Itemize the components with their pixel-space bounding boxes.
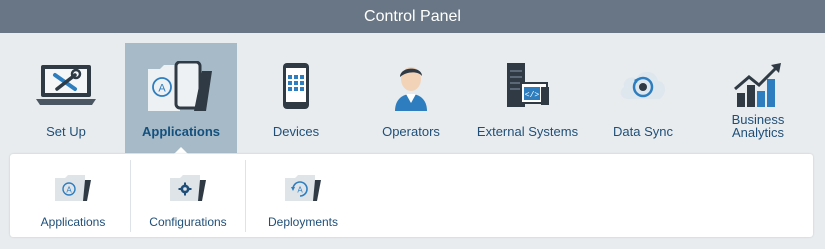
toolbar-item-external-systems[interactable]: </> External Systems [470,43,585,153]
toolbar-item-devices[interactable]: Devices [240,43,352,153]
configurations-folder-icon [168,174,208,204]
subpanel-item-label: Configurations [149,215,227,229]
applications-folder-icon: A [146,61,216,111]
subpanel-item-applications[interactable]: A Applications [16,160,130,232]
svg-text:A: A [297,186,303,195]
toolbar-item-label: Set Up [46,124,86,139]
toolbar-item-label: Applications [141,124,220,139]
control-panel-header: Control Panel [0,0,825,33]
main-toolbar: Set Up A Applications Devices Operators … [0,33,825,154]
applications-folder-icon: A [53,174,93,204]
active-indicator [174,147,188,154]
toolbar-item-label: Data Sync [613,124,673,139]
toolbar-item-label: Devices [272,124,320,139]
page-title: Control Panel [364,7,461,25]
toolbar-item-applications[interactable]: A Applications [125,43,237,154]
analytics-chart-icon [723,61,793,111]
subpanel-item-deployments[interactable]: A Deployments [246,160,360,232]
toolbar-item-setup[interactable]: Set Up [10,43,122,153]
svg-text:A: A [66,186,72,195]
subpanel-item-label: Deployments [267,215,339,229]
mobile-device-icon [261,61,331,111]
toolbar-item-label: Operators [382,124,440,139]
toolbar-item-business-analytics[interactable]: Business Analytics [702,43,814,153]
toolbar-item-label: Business Analytics [731,112,785,140]
svg-text:</>: </> [524,91,539,100]
operator-avatar-icon [376,61,446,111]
external-systems-icon: </> [493,61,563,111]
laptop-tools-icon [31,61,101,111]
toolbar-item-operators[interactable]: Operators [355,43,467,153]
toolbar-item-data-sync[interactable]: Data Sync [587,43,699,153]
toolbar-item-label: External Systems [476,124,579,139]
data-sync-icon [608,61,678,111]
deployments-folder-icon: A [283,174,323,204]
subpanel-item-configurations[interactable]: Configurations [131,160,245,232]
subpanel-item-label: Applications [40,215,106,229]
applications-subpanel: A Applications Configurations A Deployme… [10,154,813,237]
